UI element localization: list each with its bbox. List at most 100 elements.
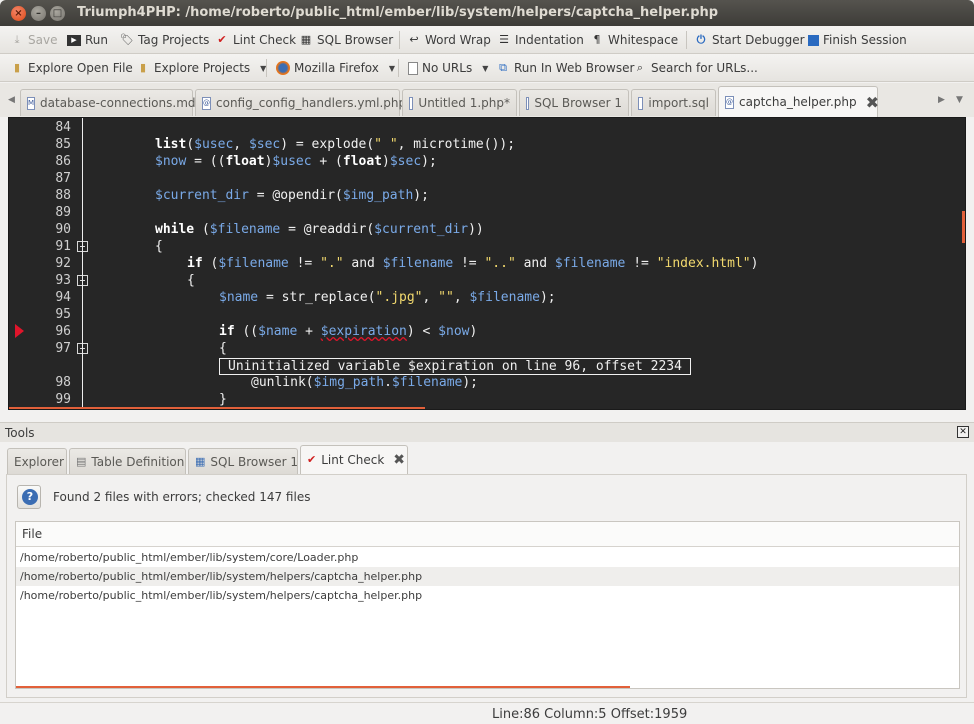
chevron-down-icon: ▼ bbox=[482, 63, 489, 73]
file-icon bbox=[409, 96, 414, 110]
power-icon: ⏻ bbox=[696, 33, 706, 46]
indentation-button[interactable]: ☰ Indentation bbox=[497, 31, 584, 49]
pilcrow-icon: ¶ bbox=[593, 33, 601, 46]
indentation-icon: ☰ bbox=[499, 33, 509, 46]
code-line[interactable]: } bbox=[219, 391, 227, 408]
code-line[interactable]: while ($filename = @readdir($current_dir… bbox=[155, 221, 484, 238]
window-title: Triumph4PHP: /home/roberto/public_html/e… bbox=[77, 5, 719, 20]
code-line[interactable]: if ($filename != "." and $filename != ".… bbox=[187, 255, 758, 272]
sql-browser-button[interactable]: ▦ SQL Browser bbox=[299, 31, 393, 49]
line-number: 88 bbox=[55, 188, 71, 203]
line-number: 93 bbox=[55, 273, 71, 288]
explore-open-file-button[interactable]: ▮ Explore Open File bbox=[10, 59, 133, 77]
file-icon: M bbox=[27, 96, 36, 110]
tab-scroll-left-icon[interactable]: ◀ bbox=[8, 95, 15, 105]
code-line[interactable]: $name = str_replace(".jpg", "", $filenam… bbox=[219, 289, 556, 306]
lint-check-button[interactable]: ✔ Lint Check bbox=[215, 31, 296, 49]
title-bar: × – □ Triumph4PHP: /home/roberto/public_… bbox=[0, 0, 974, 26]
code-line[interactable]: list($usec, $sec) = explode(" ", microti… bbox=[155, 136, 515, 153]
main-toolbar: ⤓ Save ▶ Run 🏷 Tag Projects ✔ Lint Check… bbox=[0, 26, 974, 54]
code-line[interactable]: { bbox=[187, 272, 195, 289]
code-line[interactable]: $current_dir = @opendir($img_path); bbox=[155, 187, 429, 204]
gutter-divider bbox=[82, 118, 83, 409]
table-icon: ▦ bbox=[195, 454, 206, 468]
close-icon[interactable]: ✖ bbox=[866, 93, 879, 112]
toolbar-separator bbox=[399, 31, 400, 49]
search-urls-button[interactable]: ⌕ Search for URLs... bbox=[633, 59, 758, 77]
run-button[interactable]: ▶ Run bbox=[67, 31, 108, 49]
line-number: 99 bbox=[55, 392, 71, 407]
tab-import-sql[interactable]: import.sql bbox=[631, 89, 716, 116]
error-marker-icon[interactable] bbox=[15, 324, 24, 338]
save-icon: ⤓ bbox=[14, 33, 20, 46]
tab-sql-browser-1[interactable]: SQL Browser 1 bbox=[519, 89, 629, 116]
line-number: 95 bbox=[55, 307, 71, 322]
code-editor[interactable]: 84 85 86 87 88 89 90 91 92 93 94 95 96 97 98 99 list($u… bbox=[8, 117, 966, 410]
explore-projects-button[interactable]: ▮ Explore Projects ▼ bbox=[136, 59, 266, 77]
window-maximize-button[interactable]: □ bbox=[50, 6, 65, 21]
page-icon bbox=[408, 61, 418, 75]
help-button[interactable]: ? bbox=[17, 485, 41, 509]
folder-icon: ▮ bbox=[139, 61, 147, 74]
run-in-web-browser-button[interactable]: ⧉ Run In Web Browser bbox=[496, 59, 634, 77]
tab-sql-browser[interactable]: ▦ SQL Browser 1 bbox=[188, 448, 298, 474]
line-number: 85 bbox=[55, 137, 71, 152]
lint-results-table: File /home/roberto/public_html/ember/lib… bbox=[15, 521, 960, 689]
code-line[interactable]: { bbox=[219, 340, 227, 357]
status-bar: Line:86 Column:5 Offset:1959 bbox=[0, 702, 974, 724]
close-icon[interactable]: ✖ bbox=[393, 452, 405, 468]
window-close-button[interactable]: × bbox=[11, 6, 26, 21]
finish-session-button[interactable]: Finish Session bbox=[808, 31, 907, 49]
lint-check-panel: ? Found 2 files with errors; checked 147… bbox=[6, 474, 967, 698]
table-row[interactable]: /home/roberto/public_html/ember/lib/syst… bbox=[16, 567, 959, 586]
start-debugger-button[interactable]: ⏻ Start Debugger bbox=[694, 31, 805, 49]
tab-scroll-right-icon[interactable]: ▶ bbox=[938, 95, 945, 105]
code-line[interactable]: { bbox=[155, 238, 163, 255]
tab-table-definition[interactable]: ▤ Table Definition bbox=[69, 448, 186, 474]
tag-projects-button[interactable]: 🏷 Tag Projects bbox=[120, 31, 209, 49]
php-file-icon: @ bbox=[725, 95, 734, 109]
toolbar-separator bbox=[686, 31, 687, 49]
editor-tab-bar: ◀ M database-connections.md @ config_con… bbox=[0, 83, 974, 117]
tab-config-handlers[interactable]: @ config_config_handlers.yml.php bbox=[195, 89, 406, 116]
code-line[interactable]: if (($name + $expiration) < $now) bbox=[219, 323, 477, 340]
chevron-down-icon: ▼ bbox=[388, 63, 396, 73]
tab-untitled-1[interactable]: Untitled 1.php* bbox=[402, 89, 517, 116]
table-header[interactable]: File bbox=[16, 522, 959, 547]
line-number: 98 bbox=[55, 375, 71, 390]
tools-panel-header: Tools ✕ bbox=[0, 422, 974, 442]
panel-splitter[interactable] bbox=[0, 411, 974, 421]
tab-database-connections[interactable]: M database-connections.md bbox=[20, 89, 196, 116]
cursor-position: Line:86 Column:5 Offset:1959 bbox=[492, 707, 688, 722]
table-row[interactable]: /home/roberto/public_html/ember/lib/syst… bbox=[16, 586, 959, 605]
save-button[interactable]: ⤓ Save bbox=[10, 31, 58, 49]
browser-select[interactable]: Mozilla Firefox ▼ bbox=[276, 59, 395, 77]
sql-icon: ▦ bbox=[300, 33, 312, 46]
tab-lint-check[interactable]: ✔ Lint Check ✖ bbox=[300, 445, 408, 474]
tools-panel-title: Tools bbox=[5, 426, 35, 440]
lint-error-tooltip: Uninitialized variable $expiration on li… bbox=[219, 358, 691, 375]
run-icon: ▶ bbox=[67, 34, 81, 46]
line-number: 94 bbox=[55, 290, 71, 305]
scrollbar-marker[interactable] bbox=[962, 211, 965, 243]
tag-icon: 🏷 bbox=[120, 33, 134, 46]
line-number: 84 bbox=[55, 120, 71, 135]
table-row[interactable]: /home/roberto/public_html/ember/lib/syst… bbox=[16, 548, 959, 567]
secondary-toolbar: ▮ Explore Open File ▮ Explore Projects ▼… bbox=[0, 54, 974, 82]
stop-icon bbox=[808, 34, 819, 46]
help-icon: ? bbox=[22, 489, 38, 505]
word-wrap-button[interactable]: ↩ Word Wrap bbox=[407, 31, 491, 49]
code-line[interactable]: @unlink($img_path.$filename); bbox=[251, 374, 478, 391]
code-line[interactable]: $now = ((float)$usec + (float)$sec); bbox=[155, 153, 437, 170]
checkmark-icon: ✔ bbox=[217, 33, 227, 46]
tab-explorer[interactable]: Explorer bbox=[7, 448, 67, 474]
whitespace-button[interactable]: ¶ Whitespace bbox=[590, 31, 679, 49]
search-icon: ⌕ bbox=[636, 61, 644, 74]
window-minimize-button[interactable]: – bbox=[31, 6, 46, 21]
close-icon[interactable]: ✕ bbox=[957, 426, 969, 438]
line-number: 90 bbox=[55, 222, 71, 237]
tab-list-chevron-icon[interactable]: ▼ bbox=[956, 95, 963, 105]
browser-run-icon: ⧉ bbox=[499, 61, 507, 74]
url-select[interactable]: No URLs ▼ bbox=[408, 59, 488, 77]
tab-captcha-helper[interactable]: @ captcha_helper.php ✖ bbox=[718, 86, 879, 117]
